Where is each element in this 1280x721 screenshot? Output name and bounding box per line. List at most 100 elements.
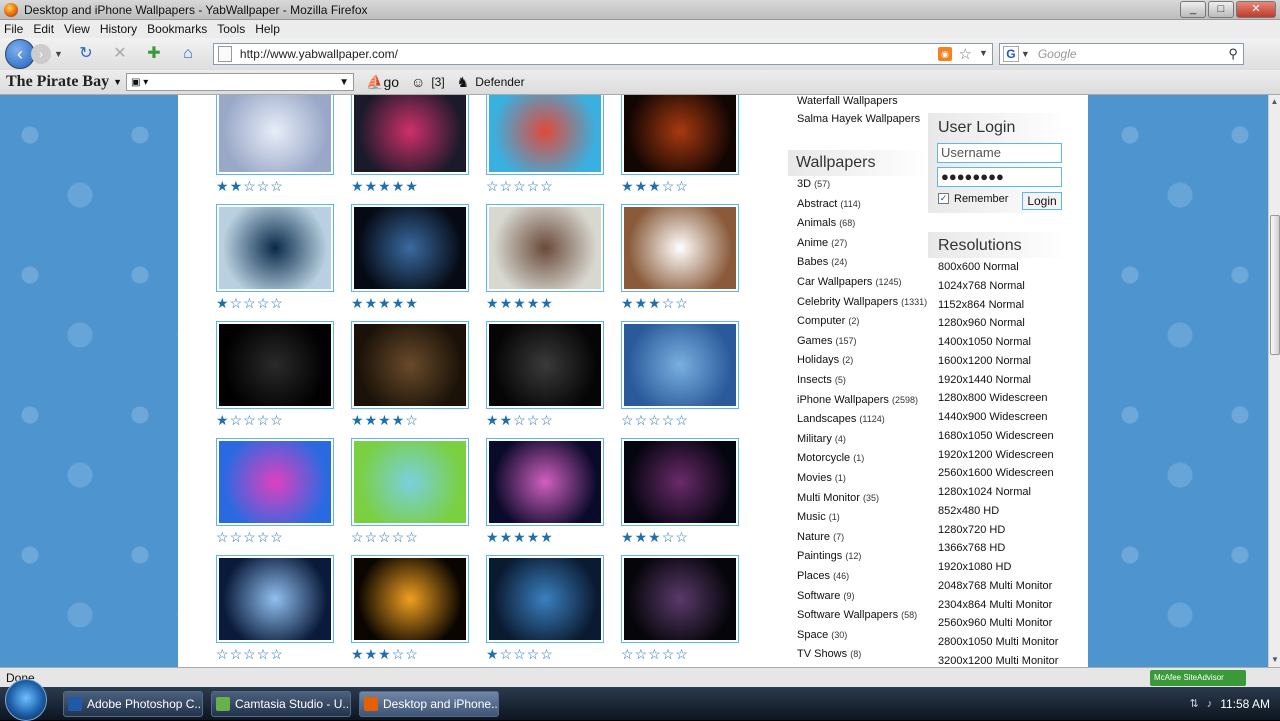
star-icon[interactable]: ★ — [648, 296, 661, 310]
category-link[interactable]: Motorcycle (1) — [797, 452, 864, 464]
resolution-link[interactable]: 2048x768 Multi Monitor — [938, 580, 1052, 592]
star-icon[interactable]: ☆ — [392, 647, 405, 661]
star-icon[interactable]: ★ — [351, 179, 364, 193]
stop-icon[interactable]: ✕ — [109, 43, 131, 65]
category-link[interactable]: Holidays (2) — [797, 354, 853, 366]
rating-stars[interactable]: ★ ★ ★ ★ ★ — [486, 530, 553, 544]
category-link[interactable]: Games (157) — [797, 335, 857, 347]
wallpaper-image[interactable] — [354, 324, 466, 406]
scroll-down-icon[interactable]: ▼ — [1269, 653, 1280, 667]
wallpaper-image[interactable] — [219, 558, 331, 640]
star-icon[interactable]: ★ — [365, 413, 378, 427]
star-icon[interactable]: ★ — [500, 530, 513, 544]
wallpaper-thumbnail[interactable] — [621, 95, 739, 175]
star-icon[interactable]: ★ — [392, 413, 405, 427]
category-name[interactable]: Paintings — [797, 550, 842, 562]
star-icon[interactable]: ★ — [378, 296, 391, 310]
star-icon[interactable]: ☆ — [513, 647, 526, 661]
star-icon[interactable]: ★ — [405, 296, 418, 310]
google-icon[interactable]: G — [1002, 46, 1019, 62]
wallpaper-image[interactable] — [354, 441, 466, 523]
star-icon[interactable]: ☆ — [500, 647, 513, 661]
category-link[interactable]: Anime (27) — [797, 237, 847, 249]
taskbar-button[interactable]: Adobe Photoshop C... — [63, 690, 203, 717]
url-dropdown-icon[interactable]: ▼ — [979, 48, 988, 58]
star-icon[interactable]: ★ — [486, 647, 499, 661]
favorite-link[interactable]: Salma Hayek Wallpapers — [797, 113, 920, 125]
star-icon[interactable]: ★ — [216, 296, 229, 310]
star-icon[interactable]: ★ — [365, 296, 378, 310]
star-icon[interactable]: ★ — [648, 179, 661, 193]
network-icon[interactable]: ⇅ — [1189, 697, 1198, 710]
rating-stars[interactable]: ☆ ☆ ☆ ☆ ☆ — [621, 413, 688, 427]
wallpaper-image[interactable] — [219, 441, 331, 523]
star-icon[interactable]: ☆ — [257, 296, 270, 310]
resolution-link[interactable]: 1280x960 Normal — [938, 317, 1025, 329]
star-icon[interactable]: ★ — [635, 530, 648, 544]
star-icon[interactable]: ☆ — [513, 179, 526, 193]
wallpaper-thumbnail[interactable] — [351, 555, 469, 643]
resolution-link[interactable]: 1152x864 Normal — [938, 299, 1024, 311]
wallpaper-image[interactable] — [219, 324, 331, 406]
star-icon[interactable]: ☆ — [270, 647, 283, 661]
star-icon[interactable]: ☆ — [527, 413, 540, 427]
category-name[interactable]: Abstract — [797, 198, 837, 210]
wallpaper-image[interactable] — [624, 324, 736, 406]
wallpaper-thumbnail[interactable] — [621, 204, 739, 292]
star-icon[interactable]: ☆ — [392, 530, 405, 544]
wallpaper-image[interactable] — [489, 95, 601, 172]
ship-icon[interactable]: ⛵go — [366, 74, 399, 91]
star-icon[interactable]: ☆ — [662, 413, 675, 427]
star-icon[interactable]: ☆ — [378, 530, 391, 544]
category-name[interactable]: Car Wallpapers — [797, 276, 872, 288]
wallpaper-image[interactable] — [354, 95, 466, 172]
category-link[interactable]: Military (4) — [797, 433, 846, 445]
resolution-link[interactable]: 2304x864 Multi Monitor — [938, 599, 1052, 611]
category-name[interactable]: Landscapes — [797, 413, 856, 425]
search-input[interactable]: Google — [1038, 47, 1077, 61]
category-name[interactable]: Space — [797, 629, 828, 641]
home-icon[interactable]: ⌂ — [177, 43, 199, 65]
wallpaper-image[interactable] — [354, 207, 466, 289]
vertical-scrollbar[interactable]: ▲ ▼ — [1268, 95, 1280, 667]
category-link[interactable]: Babes (24) — [797, 256, 847, 268]
star-icon[interactable]: ☆ — [621, 647, 634, 661]
star-icon[interactable]: ☆ — [243, 530, 256, 544]
star-icon[interactable]: ☆ — [486, 179, 499, 193]
star-icon[interactable]: ☆ — [662, 179, 675, 193]
star-icon[interactable]: ★ — [540, 530, 553, 544]
resolution-link[interactable]: 3200x1200 Multi Monitor — [938, 655, 1058, 667]
new-tab-icon[interactable]: ✚ — [143, 43, 165, 65]
wallpaper-image[interactable] — [219, 95, 331, 172]
category-link[interactable]: Landscapes (1124) — [797, 413, 885, 425]
resolution-link[interactable]: 1366x768 HD — [938, 542, 1005, 554]
wallpaper-thumbnail[interactable] — [351, 95, 469, 175]
category-link[interactable]: Celebrity Wallpapers (1331) — [797, 296, 927, 308]
category-name[interactable]: Games — [797, 335, 832, 347]
wallpaper-thumbnail[interactable] — [351, 438, 469, 526]
star-icon[interactable]: ☆ — [257, 413, 270, 427]
star-icon[interactable]: ★ — [216, 413, 229, 427]
wallpaper-image[interactable] — [489, 207, 601, 289]
menu-view[interactable]: View — [64, 22, 90, 36]
wallpaper-thumbnail[interactable] — [216, 321, 334, 409]
resolution-link[interactable]: 1024x768 Normal — [938, 280, 1025, 292]
star-icon[interactable]: ☆ — [675, 647, 688, 661]
star-icon[interactable]: ★ — [365, 179, 378, 193]
star-icon[interactable]: ☆ — [621, 413, 634, 427]
star-icon[interactable]: ☆ — [635, 413, 648, 427]
rating-stars[interactable]: ★ ★ ★ ★ ★ — [351, 296, 418, 310]
star-icon[interactable]: ★ — [486, 530, 499, 544]
category-name[interactable]: Anime — [797, 237, 828, 249]
wallpaper-thumbnail[interactable] — [351, 321, 469, 409]
rating-stars[interactable]: ☆ ☆ ☆ ☆ ☆ — [216, 530, 283, 544]
star-icon[interactable]: ☆ — [230, 530, 243, 544]
star-icon[interactable]: ★ — [621, 296, 634, 310]
star-icon[interactable]: ★ — [351, 296, 364, 310]
star-icon[interactable]: ★ — [486, 413, 499, 427]
star-icon[interactable]: ★ — [621, 179, 634, 193]
resolution-link[interactable]: 852x480 HD — [938, 505, 999, 517]
star-icon[interactable]: ☆ — [662, 530, 675, 544]
pirate-bay-logo[interactable]: The Pirate Bay — [6, 73, 109, 91]
star-icon[interactable]: ☆ — [527, 179, 540, 193]
